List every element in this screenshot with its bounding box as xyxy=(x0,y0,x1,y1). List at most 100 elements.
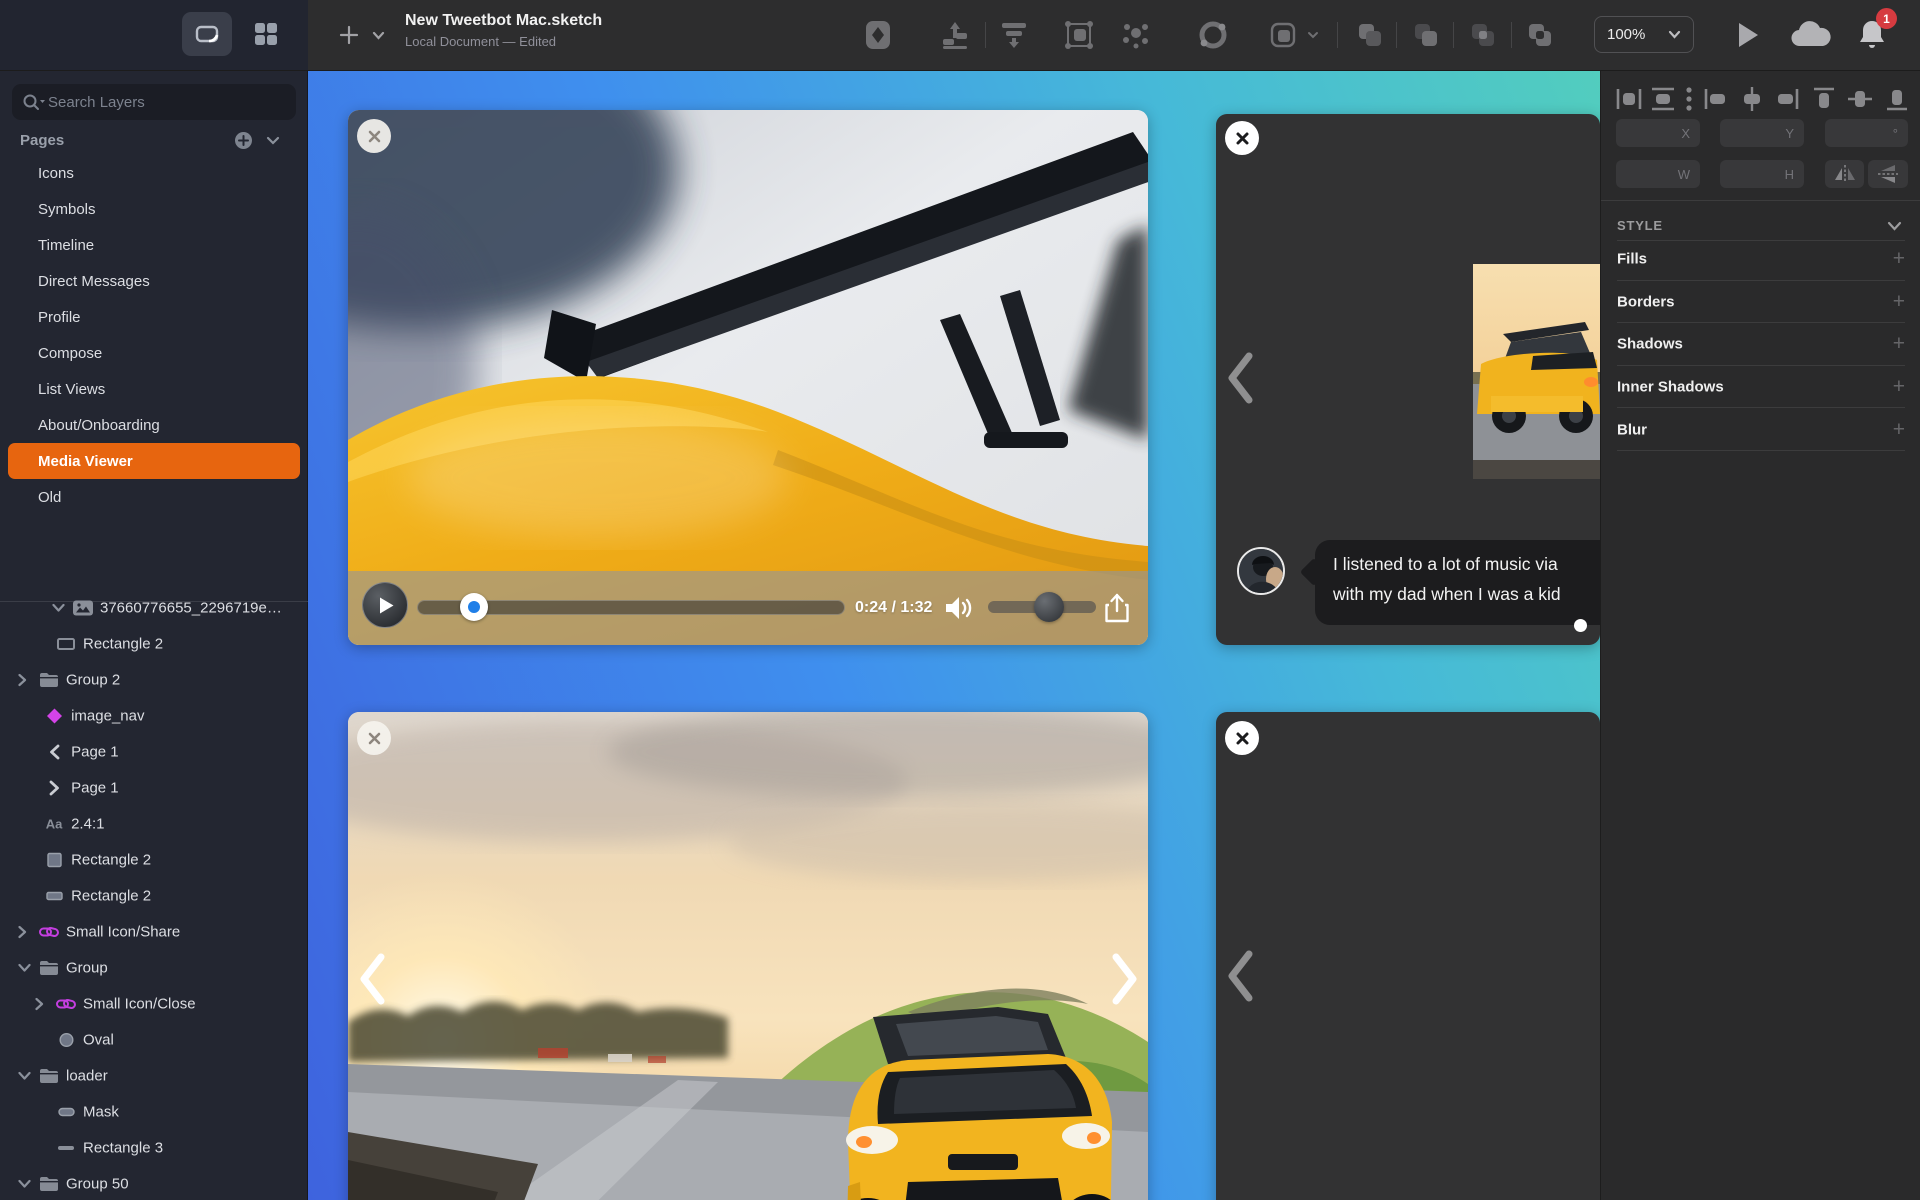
add-borders-button[interactable]: + xyxy=(1893,290,1905,314)
layer-row-image-nav[interactable]: image_nav xyxy=(0,698,308,734)
artboard-tweet-viewer[interactable]: I listened to a lot of music via with my… xyxy=(1216,114,1600,645)
add-shadows-button[interactable]: + xyxy=(1893,332,1905,356)
align-center-horizontal-button[interactable] xyxy=(1737,84,1767,114)
layer-row-loader[interactable]: loader xyxy=(0,1058,308,1094)
previous-media-chevron[interactable] xyxy=(1226,351,1254,405)
collapse-pages-chevron[interactable] xyxy=(266,122,280,158)
flip-horizontal-button[interactable] xyxy=(1825,160,1864,188)
sidebar-page-item-list-views[interactable]: List Views xyxy=(0,371,308,407)
layer-row-page-1[interactable]: Page 1 xyxy=(0,770,308,806)
add-fills-button[interactable]: + xyxy=(1893,247,1905,271)
video-play-button[interactable] xyxy=(362,582,408,628)
align-layers-button[interactable] xyxy=(992,0,1036,70)
search-field[interactable] xyxy=(12,84,296,120)
layer-row-mask[interactable]: Mask xyxy=(0,1094,308,1130)
boolean-subtract-button[interactable] xyxy=(1408,0,1444,70)
sidebar-page-item-timeline[interactable]: Timeline xyxy=(0,227,308,263)
artboard-photo-viewer[interactable] xyxy=(348,712,1148,1200)
layer-row-rectangle-2[interactable]: Rectangle 2 xyxy=(0,626,308,662)
layer-row-small-icon-share[interactable]: Small Icon/Share xyxy=(0,914,308,950)
search-input[interactable] xyxy=(46,93,270,112)
shape-menu-chevron[interactable] xyxy=(1305,0,1321,70)
layer-row-rectangle-2[interactable]: Rectangle 2 xyxy=(0,842,308,878)
add-blur-button[interactable]: + xyxy=(1893,418,1905,442)
distribute-vertical-button[interactable] xyxy=(933,0,977,70)
create-symbol-button[interactable] xyxy=(856,0,900,70)
video-seek-thumb[interactable] xyxy=(460,593,488,621)
boolean-intersect-button[interactable] xyxy=(1465,0,1501,70)
cloud-sync-button[interactable] xyxy=(1786,0,1836,70)
edit-group-button[interactable] xyxy=(1057,0,1101,70)
align-right-button[interactable] xyxy=(1772,84,1802,114)
insert-shape-button[interactable] xyxy=(1265,0,1305,70)
height-field[interactable]: H xyxy=(1720,160,1804,188)
page-indicator-dot[interactable] xyxy=(1574,619,1587,632)
align-left-button[interactable] xyxy=(1701,84,1731,114)
disclosure-expanded-icon[interactable] xyxy=(18,1072,31,1081)
sidebar-page-item-about-onboarding[interactable]: About/Onboarding xyxy=(0,407,308,443)
layer-row-rectangle-3[interactable]: Rectangle 3 xyxy=(0,1130,308,1166)
previous-media-chevron[interactable] xyxy=(358,952,386,1006)
layer-row-small-icon-close[interactable]: Small Icon/Close xyxy=(0,986,308,1022)
tweet-author-avatar[interactable] xyxy=(1237,547,1285,595)
sidebar-page-item-direct-messages[interactable]: Direct Messages xyxy=(0,263,308,299)
layer-row-group-2[interactable]: Group 2 xyxy=(0,662,308,698)
flip-vertical-button[interactable] xyxy=(1868,160,1908,188)
canvas-view-toggle-button[interactable] xyxy=(182,12,232,56)
layer-row-group-50[interactable]: Group 50 xyxy=(0,1166,308,1200)
style-collapse-chevron[interactable] xyxy=(1887,218,1902,236)
disclosure-collapsed-icon[interactable] xyxy=(35,998,44,1011)
layer-row-group[interactable]: Group xyxy=(0,950,308,986)
volume-icon[interactable] xyxy=(944,595,974,626)
preview-play-button[interactable] xyxy=(1728,0,1768,70)
add-inner-shadows-button[interactable]: + xyxy=(1893,375,1905,399)
add-page-button[interactable] xyxy=(234,122,253,158)
align-middle-vertical-button[interactable] xyxy=(1845,84,1875,114)
scatter-tool-button[interactable] xyxy=(1114,0,1158,70)
close-media-button[interactable] xyxy=(1225,121,1259,155)
disclosure-collapsed-icon[interactable] xyxy=(18,674,27,687)
y-position-field[interactable]: Y xyxy=(1720,119,1804,147)
artboard-video-player[interactable]: 0:24 / 1:32 xyxy=(348,110,1148,645)
canvas[interactable]: 0:24 / 1:32 xyxy=(308,70,1600,1200)
sidebar-page-item-profile[interactable]: Profile xyxy=(0,299,308,335)
zoom-level-dropdown[interactable]: 100% xyxy=(1594,16,1694,53)
close-media-button[interactable] xyxy=(1225,721,1259,755)
disclosure-expanded-icon[interactable] xyxy=(52,604,65,613)
disclosure-collapsed-icon[interactable] xyxy=(18,926,27,939)
artboard-empty-viewer[interactable] xyxy=(1216,712,1600,1200)
video-share-button[interactable] xyxy=(1104,593,1130,628)
more-distribute-options-button[interactable] xyxy=(1674,84,1704,114)
boolean-union-button[interactable] xyxy=(1352,0,1388,70)
insert-menu-chevron[interactable] xyxy=(368,0,388,70)
distribute-horizontally-button[interactable] xyxy=(1614,84,1644,114)
x-position-field[interactable]: X xyxy=(1616,119,1700,147)
rotate-copies-button[interactable] xyxy=(1191,0,1235,70)
layer-row-page-1[interactable]: Page 1 xyxy=(0,734,308,770)
insert-button[interactable] xyxy=(334,0,364,70)
sidebar-page-item-symbols[interactable]: Symbols xyxy=(0,191,308,227)
sidebar-page-item-media-viewer[interactable]: Media Viewer xyxy=(8,443,300,479)
sidebar-page-item-compose[interactable]: Compose xyxy=(0,335,308,371)
layer-row-rectangle-2[interactable]: Rectangle 2 xyxy=(0,878,308,914)
close-media-button[interactable] xyxy=(357,119,391,153)
align-top-button[interactable] xyxy=(1809,84,1839,114)
disclosure-expanded-icon[interactable] xyxy=(18,964,31,973)
next-media-chevron[interactable] xyxy=(1111,952,1139,1006)
volume-slider-thumb[interactable] xyxy=(1034,592,1064,622)
layer-row-37660776655-2296719e-[interactable]: 37660776655_2296719e… xyxy=(0,590,308,626)
grid-view-toggle-button[interactable] xyxy=(248,12,284,56)
sidebar-page-item-icons[interactable]: Icons xyxy=(0,155,308,191)
sidebar-page-item-old[interactable]: Old xyxy=(0,479,308,515)
close-media-button[interactable] xyxy=(357,721,391,755)
boolean-difference-button[interactable] xyxy=(1522,0,1558,70)
align-bottom-button[interactable] xyxy=(1882,84,1912,114)
tweet-photo-thumbnail[interactable] xyxy=(1473,264,1600,479)
layer-row-2-4-1[interactable]: Aa2.4:1 xyxy=(0,806,308,842)
layer-row-oval[interactable]: Oval xyxy=(0,1022,308,1058)
style-section-header[interactable]: STYLE xyxy=(1617,211,1663,239)
rotation-field[interactable]: ° xyxy=(1825,119,1908,147)
width-field[interactable]: W xyxy=(1616,160,1700,188)
previous-media-chevron[interactable] xyxy=(1226,949,1254,1003)
tweet-bubble[interactable]: I listened to a lot of music via with my… xyxy=(1315,540,1600,625)
